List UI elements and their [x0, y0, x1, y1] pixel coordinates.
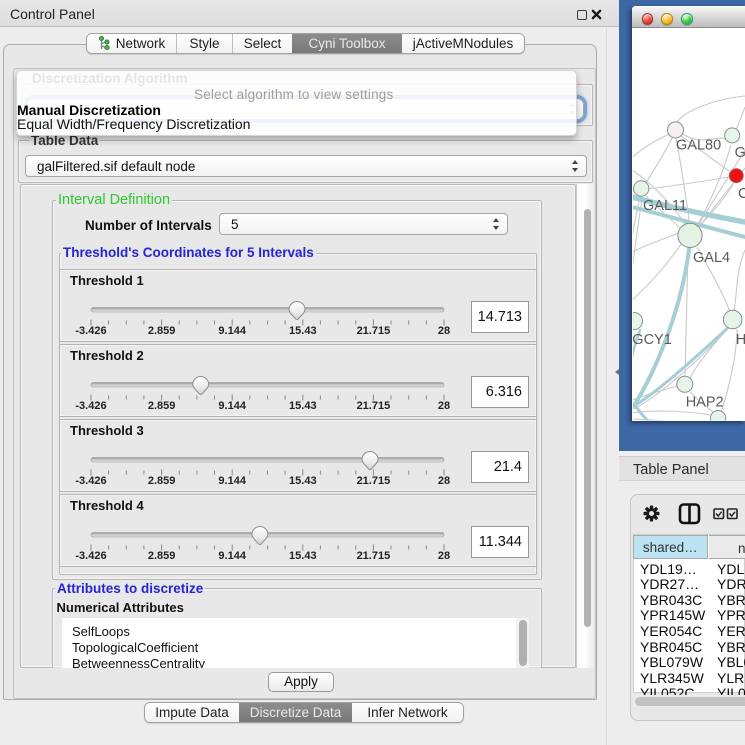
svg-text:GAL4: GAL4 [693, 250, 730, 266]
svg-text:GCY1: GCY1 [632, 332, 672, 348]
svg-text:HAP2: HAP2 [686, 395, 724, 411]
svg-text:GAL11: GAL11 [643, 198, 687, 214]
svg-text:GAL80: GAL80 [676, 138, 721, 154]
svg-text:GA: GA [735, 145, 745, 161]
svg-text:C: C [738, 186, 745, 202]
svg-text:HA: HA [736, 332, 745, 348]
